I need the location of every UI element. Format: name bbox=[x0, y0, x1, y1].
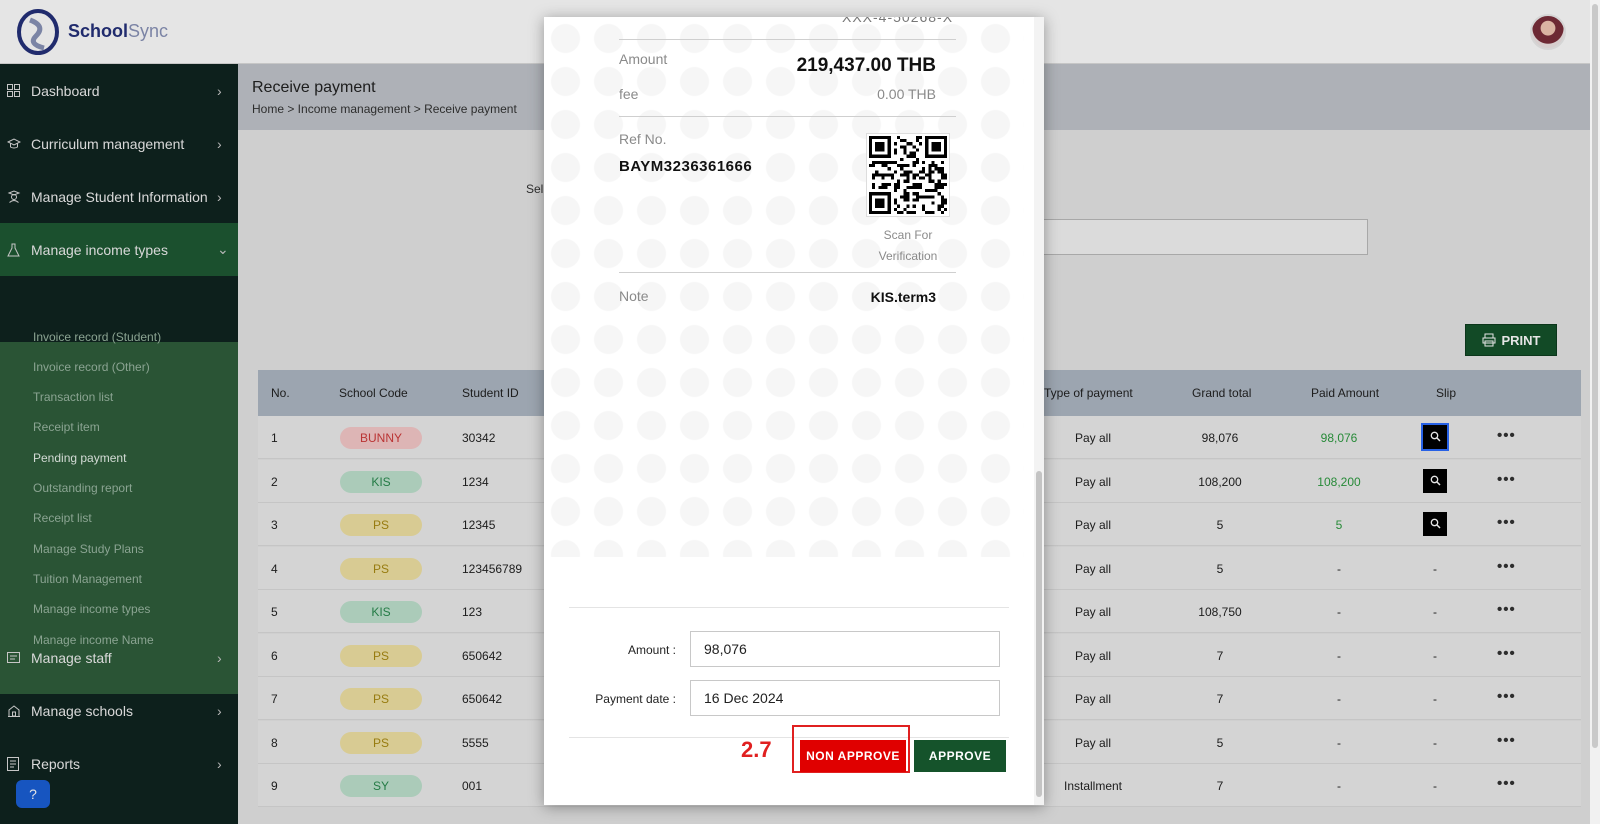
payment-slip-receipt: XXX-4-50268-X Amount 219,437.00 THB fee … bbox=[544, 17, 1024, 557]
step-annotation: 2.7 bbox=[741, 737, 772, 762]
amount-value: 219,437.00 THB bbox=[796, 55, 936, 76]
payment-slip-modal: XXX-4-50268-X Amount 219,437.00 THB fee … bbox=[544, 17, 1044, 805]
divider bbox=[619, 272, 956, 273]
form-date-label: Payment date : bbox=[595, 692, 676, 706]
divider bbox=[619, 116, 956, 117]
divider bbox=[569, 607, 1009, 608]
note-value: KIS.term3 bbox=[870, 289, 936, 305]
modal-scrollbar-thumb[interactable] bbox=[1036, 471, 1042, 797]
payment-date-input[interactable]: 16 Dec 2024 bbox=[690, 680, 1000, 716]
approve-button[interactable]: APPROVE bbox=[914, 740, 1006, 772]
fee-label: fee bbox=[619, 86, 639, 102]
non-approve-button[interactable]: NON APPROVE bbox=[800, 740, 906, 772]
note-label: Note bbox=[619, 288, 649, 304]
form-amount-label: Amount : bbox=[627, 643, 676, 657]
ref-value: BAYM3236361666 bbox=[619, 158, 753, 175]
page-scrollbar-thumb[interactable] bbox=[1592, 4, 1598, 748]
divider bbox=[619, 39, 956, 40]
account-number-text: XXX-4-50268-X bbox=[842, 17, 954, 25]
form-amount-input[interactable]: 98,076 bbox=[690, 631, 1000, 667]
divider bbox=[569, 737, 1009, 738]
qr-code-icon bbox=[866, 133, 950, 217]
ref-label: Ref No. bbox=[619, 131, 667, 147]
scan-verification-text: Scan For Verification bbox=[878, 228, 938, 263]
fee-value: 0.00 THB bbox=[877, 86, 936, 102]
amount-label: Amount bbox=[619, 51, 668, 67]
